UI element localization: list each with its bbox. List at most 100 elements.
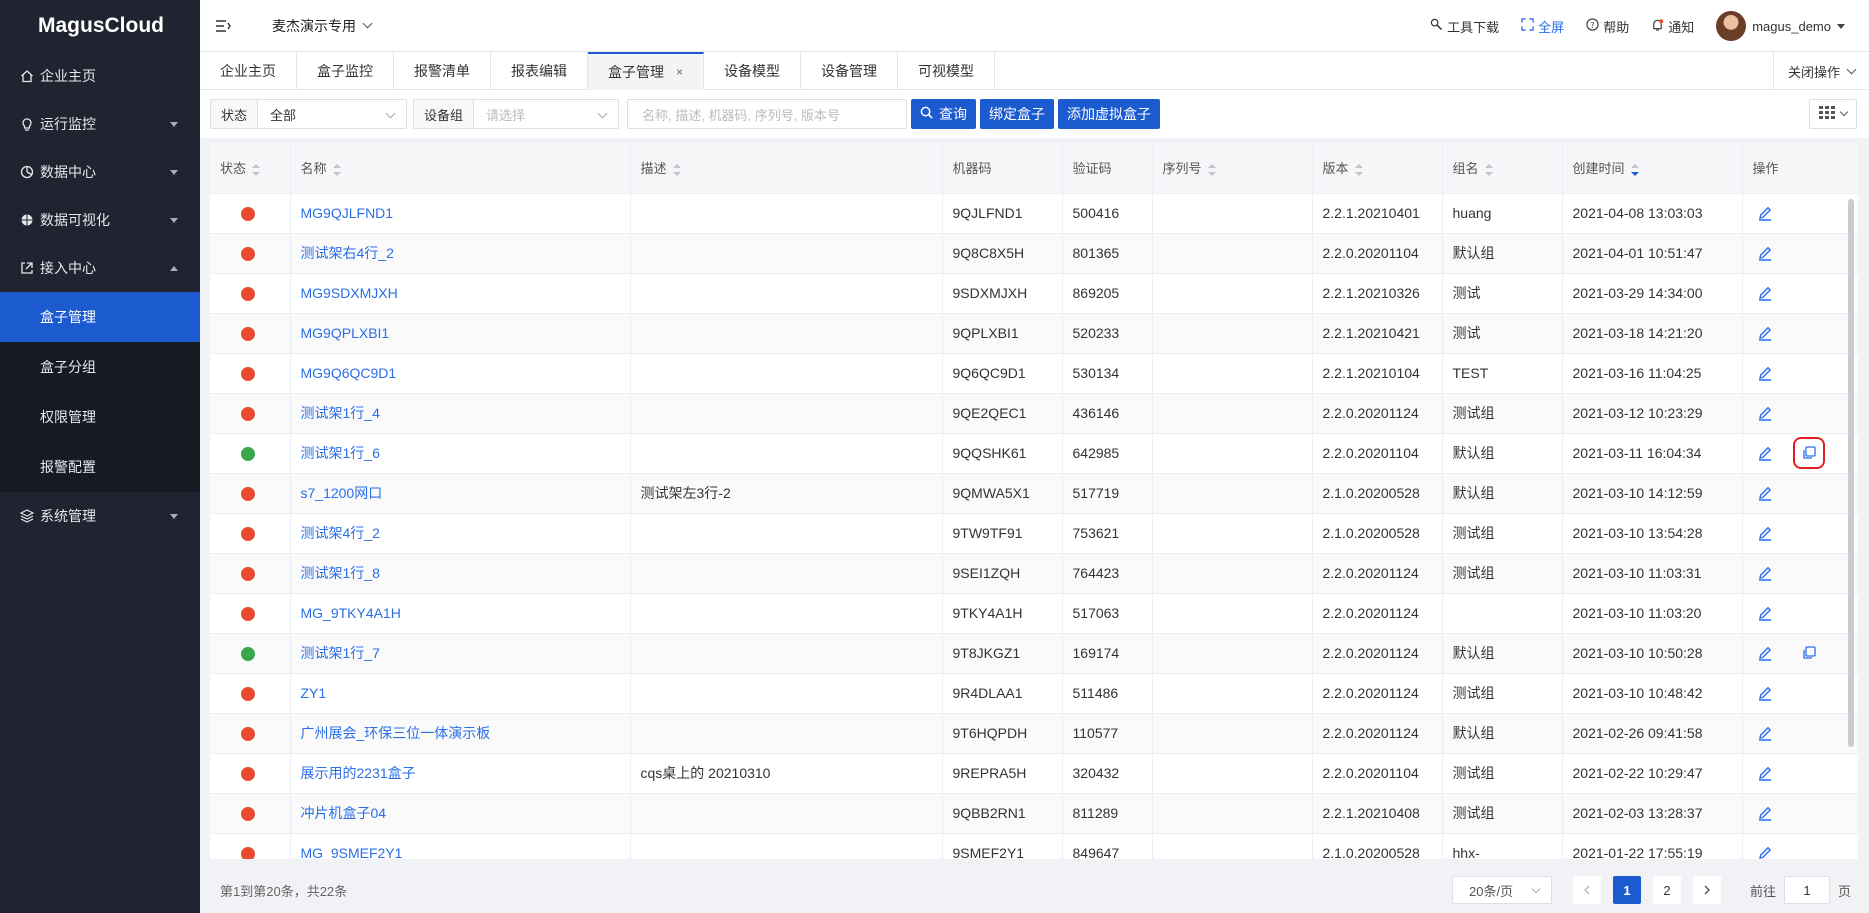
status-select-value: 全部 (270, 107, 297, 123)
bind-box-button[interactable]: 绑定盒子 (980, 99, 1055, 129)
tab-label: 盒子管理 (608, 64, 664, 80)
box-name-link[interactable]: MG9Q6QC9D1 (290, 353, 631, 394)
box-name-link[interactable]: 测试架4行_2 (290, 513, 631, 554)
vertical-scrollbar[interactable] (1848, 199, 1854, 747)
sort-icon[interactable] (332, 163, 341, 176)
tab-5[interactable]: 设备模型 (704, 52, 802, 90)
submenu-item-2[interactable]: 权限管理 (0, 392, 200, 442)
column-header-0[interactable]: 状态 (210, 143, 291, 194)
sidebar-item-4[interactable]: 接入中心 (0, 244, 200, 292)
box-name-link[interactable]: 测试架1行_7 (290, 633, 631, 674)
box-name-link[interactable]: 冲片机盒子04 (290, 793, 631, 834)
edit-icon[interactable] (1755, 283, 1775, 303)
sort-icon[interactable] (1484, 163, 1493, 176)
column-header-8[interactable]: 创建时间 (1562, 143, 1743, 194)
copy-icon[interactable] (1799, 643, 1819, 663)
menu-collapse-icon[interactable] (214, 17, 232, 35)
box-name-link[interactable]: 测试架1行_8 (290, 553, 631, 594)
machine-code-cell: 9T8JKGZ1 (942, 633, 1063, 674)
goto-page-input[interactable]: 1 (1784, 876, 1831, 904)
edit-icon[interactable] (1755, 483, 1775, 503)
tab-0[interactable]: 企业主页 (200, 52, 297, 90)
submenu-item-0[interactable]: 盒子管理 (0, 292, 200, 342)
box-name-link[interactable]: MG9QJLFND1 (290, 193, 631, 234)
column-settings-button[interactable] (1809, 99, 1857, 129)
sort-icon[interactable] (1630, 163, 1639, 176)
page-2-button[interactable]: 2 (1653, 876, 1681, 904)
edit-icon[interactable] (1755, 523, 1775, 543)
fullscreen-icon (1521, 18, 1534, 34)
box-name-link[interactable]: s7_1200网口 (290, 473, 631, 514)
sidebar-item-system[interactable]: 系统管理 (0, 492, 200, 540)
close-operations-menu[interactable]: 关闭操作 (1772, 52, 1869, 90)
sort-icon[interactable] (1354, 163, 1363, 176)
edit-icon[interactable] (1755, 563, 1775, 583)
tab-2[interactable]: 报警清单 (394, 52, 491, 90)
edit-icon[interactable] (1755, 243, 1775, 263)
status-select[interactable]: 全部 (257, 99, 408, 129)
column-header-5[interactable]: 序列号 (1152, 143, 1313, 194)
edit-icon[interactable] (1755, 363, 1775, 383)
org-selector[interactable]: 麦杰演示专用 (272, 16, 373, 36)
sidebar-item-3[interactable]: 数据可视化 (0, 196, 200, 244)
tab-7[interactable]: 可视模型 (898, 52, 996, 90)
submenu-item-3[interactable]: 报警配置 (0, 442, 200, 492)
edit-icon[interactable] (1755, 643, 1775, 663)
org-name: 麦杰演示专用 (272, 17, 356, 34)
sidebar-item-0[interactable]: 企业主页 (0, 52, 200, 100)
edit-icon[interactable] (1755, 723, 1775, 743)
edit-icon[interactable] (1755, 803, 1775, 823)
box-name-link[interactable]: 测试架右4行_2 (290, 233, 631, 274)
group-select[interactable]: 请选择 (473, 99, 620, 129)
box-name-link[interactable]: MG_9TKY4A1H (290, 593, 631, 634)
column-header-1[interactable]: 名称 (290, 143, 631, 194)
edit-icon[interactable] (1755, 323, 1775, 343)
chevron-down-icon (170, 122, 178, 127)
user-menu[interactable]: magus_demo (1716, 11, 1845, 41)
box-name-link[interactable]: ZY1 (290, 673, 631, 714)
box-name-link[interactable]: 测试架1行_6 (290, 433, 631, 474)
query-button[interactable]: 查询 (911, 99, 977, 129)
box-name-link[interactable]: 展示用的2231盒子 (290, 753, 631, 794)
column-header-2[interactable]: 描述 (630, 143, 943, 194)
box-name-link[interactable]: 广州展会_环保三位一体演示板 (290, 713, 631, 754)
copy-icon[interactable] (1792, 437, 1825, 469)
sort-icon[interactable] (252, 163, 261, 176)
column-header-6[interactable]: 版本 (1312, 143, 1443, 194)
edit-icon[interactable] (1755, 763, 1775, 783)
prev-page-button[interactable] (1573, 876, 1601, 904)
machine-code-cell: 9T6HQPDH (942, 713, 1063, 754)
tab-6[interactable]: 设备管理 (801, 52, 899, 90)
sidebar-item-2[interactable]: 数据中心 (0, 148, 200, 196)
edit-icon[interactable] (1755, 443, 1775, 463)
box-name-link[interactable]: MG_9SMEF2Y1 (290, 833, 631, 859)
fullscreen-link[interactable]: 全屏 (1521, 17, 1564, 36)
sort-icon[interactable] (1207, 163, 1216, 176)
notify-link[interactable]: 通知 (1651, 17, 1694, 36)
box-name-link[interactable]: MG9SDXMJXH (290, 273, 631, 314)
tab-4[interactable]: 盒子管理 × (588, 52, 705, 90)
submenu-item-1[interactable]: 盒子分组 (0, 342, 200, 392)
box-name-link[interactable]: MG9QPLXBI1 (290, 313, 631, 354)
sidebar-item-1[interactable]: 运行监控 (0, 100, 200, 148)
edit-icon[interactable] (1755, 203, 1775, 223)
sort-icon[interactable] (672, 163, 681, 176)
status-cell (210, 713, 291, 754)
next-page-button[interactable] (1693, 876, 1721, 904)
edit-icon[interactable] (1755, 603, 1775, 623)
fullscreen-label: 全屏 (1538, 19, 1565, 35)
add-virtual-box-button[interactable]: 添加虚拟盒子 (1058, 99, 1161, 129)
edit-icon[interactable] (1755, 843, 1775, 859)
page-1-button[interactable]: 1 (1613, 876, 1641, 904)
page-size-select[interactable]: 20条/页 (1452, 876, 1552, 904)
tab-1[interactable]: 盒子监控 (297, 52, 394, 90)
help-link[interactable]: ? 帮助 (1586, 17, 1629, 36)
edit-icon[interactable] (1755, 683, 1775, 703)
box-name-link[interactable]: 测试架1行_4 (290, 393, 631, 434)
edit-icon[interactable] (1755, 403, 1775, 423)
tab-3[interactable]: 报表编辑 (491, 52, 588, 90)
column-header-7[interactable]: 组名 (1442, 143, 1563, 194)
search-input[interactable]: 名称, 描述, 机器码, 序列号, 版本号 (627, 99, 908, 129)
close-icon[interactable]: × (676, 65, 683, 79)
tools-download-link[interactable]: 工具下载 (1430, 17, 1499, 36)
